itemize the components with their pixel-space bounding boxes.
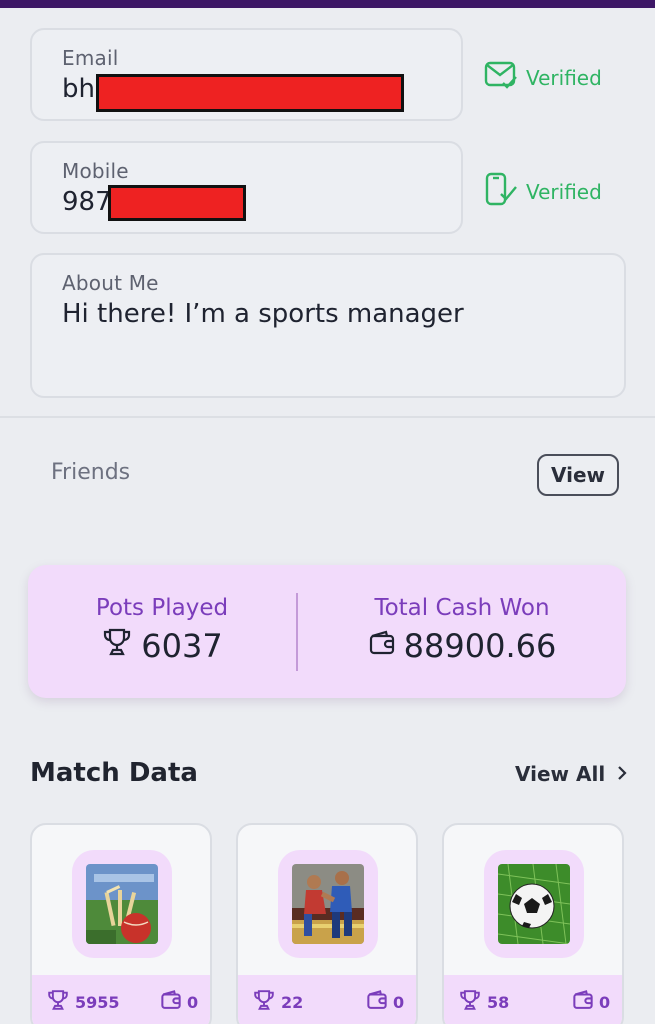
phone-verified-icon bbox=[484, 172, 518, 211]
view-all-link[interactable]: View All bbox=[515, 762, 627, 786]
trophy-count: 22 bbox=[281, 992, 304, 1012]
match-thumbnail-frame bbox=[484, 850, 584, 958]
match-card-footer: 5955 0 bbox=[32, 975, 210, 1024]
stats-card: Pots Played 6037 Total Cash Won 88900.66 bbox=[28, 565, 626, 698]
cash-count: 0 bbox=[599, 992, 611, 1012]
wallet-icon bbox=[366, 989, 388, 1015]
about-me-field[interactable]: About Me Hi there! I’m a sports manager bbox=[30, 253, 626, 398]
mobile-field[interactable]: Mobile 987 bbox=[30, 141, 463, 234]
about-me-label: About Me bbox=[62, 271, 159, 295]
match-card-footer: 22 0 bbox=[238, 975, 416, 1024]
wallet-icon bbox=[572, 989, 594, 1015]
total-cash-label: Total Cash Won bbox=[374, 595, 550, 621]
pots-played-stat: Pots Played 6037 bbox=[28, 565, 296, 698]
trophy-count: 5955 bbox=[75, 992, 120, 1012]
mobile-verified-status: Verified bbox=[484, 172, 602, 211]
trophy-icon bbox=[46, 989, 70, 1015]
match-card-football[interactable]: 58 0 bbox=[442, 823, 624, 1024]
redaction-box bbox=[96, 74, 404, 112]
pots-played-label: Pots Played bbox=[95, 595, 229, 621]
trophy-icon bbox=[252, 989, 276, 1015]
friends-label: Friends bbox=[51, 460, 131, 485]
view-all-label: View All bbox=[515, 762, 606, 786]
section-divider bbox=[0, 416, 655, 418]
chevron-right-icon bbox=[617, 762, 627, 786]
pots-played-value: 6037 bbox=[141, 627, 223, 665]
cash-count: 0 bbox=[187, 992, 199, 1012]
email-verified-status: Verified bbox=[484, 60, 602, 95]
mobile-label: Mobile bbox=[62, 159, 129, 183]
trophy-icon bbox=[101, 627, 133, 665]
mobile-value: 987 bbox=[62, 187, 112, 217]
email-verified-icon bbox=[484, 60, 518, 95]
top-app-bar bbox=[0, 0, 655, 8]
email-verified-label: Verified bbox=[526, 65, 602, 90]
total-cash-value: 88900.66 bbox=[403, 627, 557, 665]
email-field[interactable]: Email bh bbox=[30, 28, 463, 121]
trophy-icon bbox=[458, 989, 482, 1015]
total-cash-stat: Total Cash Won 88900.66 bbox=[298, 565, 626, 698]
email-value: bh bbox=[62, 74, 95, 104]
redaction-box bbox=[108, 185, 246, 221]
match-card-footer: 58 0 bbox=[444, 975, 622, 1024]
match-data-title: Match Data bbox=[30, 758, 198, 788]
kabaddi-image bbox=[292, 864, 364, 944]
email-label: Email bbox=[62, 46, 119, 70]
cash-count: 0 bbox=[393, 992, 405, 1012]
trophy-count: 58 bbox=[487, 992, 510, 1012]
match-thumbnail-frame bbox=[72, 850, 172, 958]
cricket-image bbox=[86, 864, 158, 944]
about-me-value: Hi there! I’m a sports manager bbox=[62, 299, 464, 329]
mobile-verified-label: Verified bbox=[526, 179, 602, 204]
wallet-icon bbox=[160, 989, 182, 1015]
match-thumbnail-frame bbox=[278, 850, 378, 958]
view-friends-button[interactable]: View bbox=[537, 454, 619, 496]
match-card-cricket[interactable]: 5955 0 bbox=[30, 823, 212, 1024]
wallet-icon bbox=[368, 627, 396, 665]
football-image bbox=[498, 864, 570, 944]
match-card-kabaddi[interactable]: 22 0 bbox=[236, 823, 418, 1024]
